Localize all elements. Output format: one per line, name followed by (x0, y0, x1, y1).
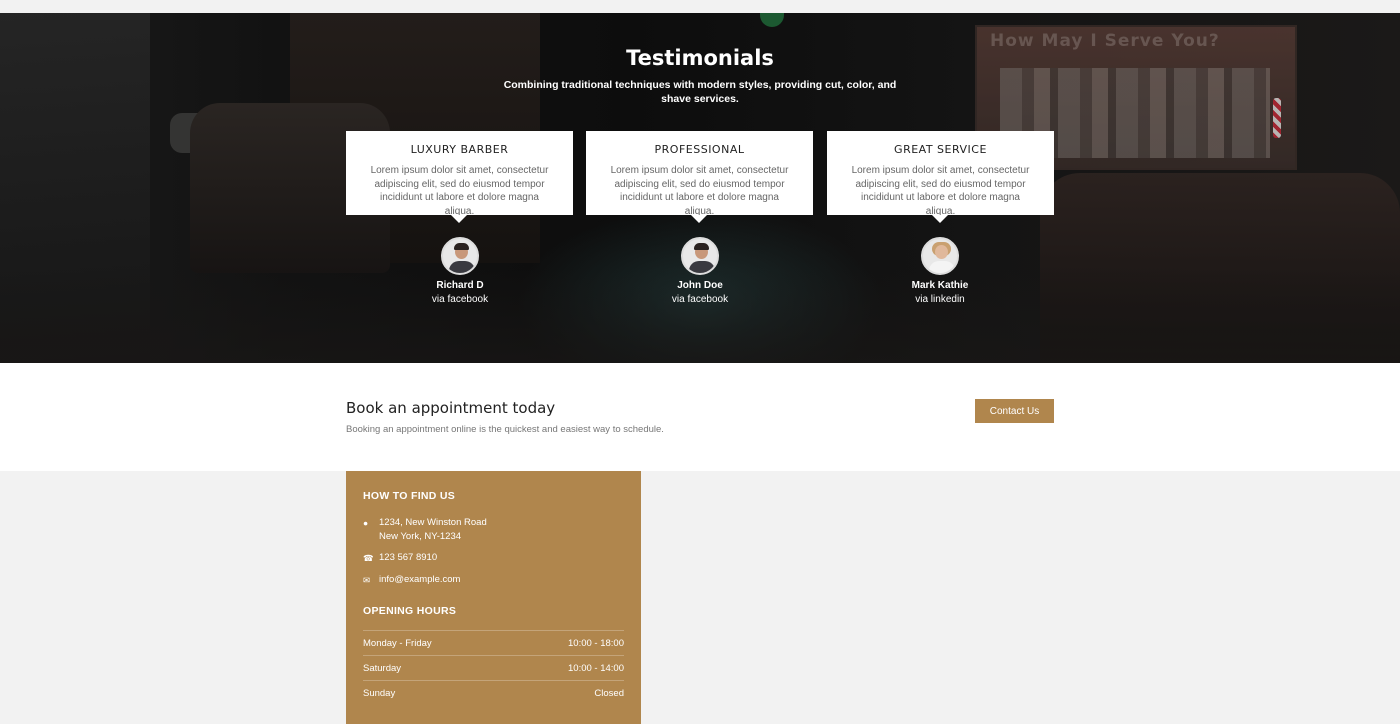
address-line: New York, NY-1234 (379, 531, 462, 542)
hours-row: Saturday 10:00 - 14:00 (363, 655, 624, 680)
testimonial-card-text: Lorem ipsum dolor sit amet, consectetur … (610, 165, 789, 217)
address-line: 1234, New Winston Road (379, 517, 487, 528)
testimonial-card-text: Lorem ipsum dolor sit amet, consectetur … (370, 165, 549, 217)
testimonial-author: Mark Kathie via linkedin (870, 237, 1010, 305)
testimonial-card-title: GREAT SERVICE (894, 143, 987, 156)
envelope-icon: ✉ (363, 575, 371, 585)
phone-icon: ☎ (363, 553, 374, 563)
appointment-section: Book an appointment today Booking an app… (0, 363, 1400, 471)
testimonial-card-title: LUXURY BARBER (410, 143, 509, 156)
phone-row: ☎ 123 567 8910 (363, 551, 437, 565)
contact-us-button[interactable]: Contact Us (975, 399, 1054, 423)
appointment-title: Book an appointment today (346, 399, 556, 417)
author-name: Mark Kathie (911, 280, 969, 291)
testimonial-card: GREAT SERVICE Lorem ipsum dolor sit amet… (827, 131, 1054, 223)
author-name: John Doe (677, 280, 723, 291)
hours-day: Monday - Friday (363, 638, 432, 649)
author-source: via facebook (431, 294, 489, 305)
hours-day: Saturday (363, 663, 402, 674)
hours-time: 10:00 - 14:00 (568, 663, 624, 674)
author-name: Richard D (436, 280, 484, 291)
map-marker-icon: ● (363, 518, 369, 528)
testimonial-author: Richard D via facebook (390, 237, 530, 305)
testimonial-card-title: PROFESSIONAL (654, 143, 745, 156)
testimonial-author: John Doe via facebook (630, 237, 770, 305)
opening-hours-title: OPENING HOURS (363, 605, 457, 617)
email-link[interactable]: info@example.com (379, 573, 460, 587)
barber-pole-icon (1273, 98, 1281, 138)
top-bar (0, 0, 1400, 13)
testimonial-card-text: Lorem ipsum dolor sit amet, consectetur … (851, 165, 1030, 217)
testimonial-card: LUXURY BARBER Lorem ipsum dolor sit amet… (346, 131, 573, 223)
testimonial-card: PROFESSIONAL Lorem ipsum dolor sit amet,… (586, 131, 813, 223)
background-lamp (760, 13, 784, 27)
find-us-title: HOW TO FIND US (363, 490, 456, 502)
testimonials-subtitle: Combining traditional techniques with mo… (503, 79, 897, 105)
author-source: via facebook (671, 294, 729, 305)
avatar (921, 237, 959, 275)
hours-row: Monday - Friday 10:00 - 18:00 (363, 630, 624, 655)
testimonials-section: How May I Serve You? Testimonials Combin… (0, 13, 1400, 363)
author-source: via linkedin (915, 294, 965, 305)
avatar (441, 237, 479, 275)
phone-number[interactable]: 123 567 8910 (379, 551, 437, 565)
hours-time: Closed (594, 688, 624, 699)
hours-day: Sunday (363, 688, 396, 699)
address-row: ● 1234, New Winston Road New York, NY-12… (363, 516, 487, 544)
testimonials-title: Testimonials (626, 46, 774, 70)
avatar (681, 237, 719, 275)
appointment-text: Booking an appointment online is the qui… (346, 424, 664, 435)
find-us-panel: HOW TO FIND US ● 1234, New Winston Road … (346, 471, 641, 724)
hours-row: Sunday Closed (363, 680, 624, 705)
hours-time: 10:00 - 18:00 (568, 638, 624, 649)
email-row: ✉ info@example.com (363, 573, 460, 587)
